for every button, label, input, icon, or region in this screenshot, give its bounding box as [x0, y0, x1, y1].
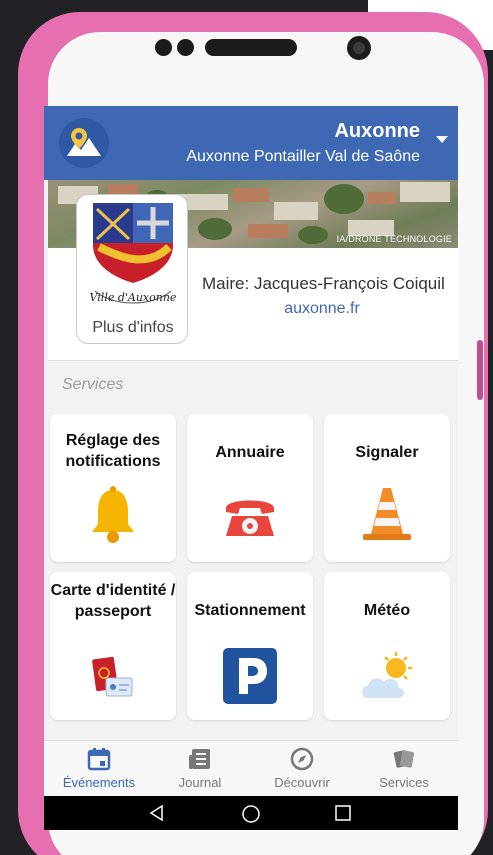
calendar-icon	[87, 748, 111, 771]
newspaper-icon	[189, 749, 210, 769]
telephone-icon	[226, 500, 274, 536]
tile-parking[interactable]: Stationnement	[187, 572, 313, 720]
home-icon[interactable]	[241, 804, 261, 824]
bottom-navigation: Événements Journal Découvrir Services	[44, 740, 458, 796]
section-title-services: Services	[62, 376, 124, 393]
tile-report[interactable]: Signaler	[324, 414, 450, 562]
town-crest-icon: Ville d'Auxonne	[90, 203, 177, 304]
banner-credit: IA/DRONE TECHNOLOGIE	[336, 234, 452, 244]
more-info-link[interactable]: Plus d'infos	[77, 319, 189, 337]
android-system-bar	[44, 796, 458, 830]
tile-label: Carte d'identité / passeport	[50, 582, 176, 620]
tile-label: Réglage des notifications	[65, 432, 161, 470]
mayor-name: Maire: Jacques-François Coiquil	[202, 274, 445, 293]
chevron-down-icon[interactable]	[436, 136, 448, 143]
tile-notification-settings[interactable]: Réglage des notifications	[50, 414, 176, 562]
sensor-dot	[177, 39, 194, 56]
town-subtitle[interactable]: Auxonne Pontailler Val de Saône	[186, 148, 420, 166]
nav-label: Services	[379, 775, 429, 790]
passport-id-card-icon	[92, 656, 133, 697]
parking-icon	[223, 648, 277, 704]
traffic-cone-icon	[363, 488, 411, 540]
tile-directory[interactable]: Annuaire	[187, 414, 313, 562]
crest-card[interactable]: Ville d'Auxonne Plus d'infos	[76, 194, 188, 344]
tile-weather[interactable]: Météo	[324, 572, 450, 720]
side-button	[477, 340, 483, 400]
website-link[interactable]: auxonne.fr	[202, 300, 442, 318]
compass-icon	[290, 747, 314, 771]
map-pin-landscape-icon[interactable]	[59, 118, 109, 168]
sun-cloud-icon	[362, 652, 412, 698]
nav-item-events[interactable]: Événements	[49, 747, 149, 790]
nav-item-journal[interactable]: Journal	[150, 747, 250, 790]
divider	[48, 360, 458, 361]
town-info-card: Ville d'Auxonne Plus d'infos Maire: Jacq…	[48, 194, 458, 360]
nav-label: Événements	[62, 775, 136, 790]
tile-label: Signaler	[355, 444, 419, 461]
cards-icon	[393, 750, 414, 768]
nav-item-discover[interactable]: Découvrir	[252, 747, 352, 790]
recent-apps-icon[interactable]	[334, 804, 352, 822]
front-camera	[347, 36, 371, 60]
earpiece-speaker	[205, 39, 297, 56]
tile-label: Stationnement	[194, 602, 306, 619]
app-screen: Auxonne Auxonne Pontailler Val de Saône …	[44, 106, 458, 830]
nav-label: Journal	[178, 775, 222, 790]
nav-label: Découvrir	[274, 775, 330, 790]
nav-item-services[interactable]: Services	[354, 747, 454, 790]
town-name[interactable]: Auxonne	[334, 120, 420, 143]
tile-id-passport[interactable]: Carte d'identité / passeport	[50, 572, 176, 720]
tile-label: Annuaire	[215, 444, 285, 461]
svg-text:Ville d'Auxonne: Ville d'Auxonne	[90, 291, 177, 304]
back-icon[interactable]	[148, 804, 166, 822]
app-header: Auxonne Auxonne Pontailler Val de Saône	[44, 106, 458, 180]
bell-icon	[92, 486, 134, 543]
tile-label: Météo	[363, 602, 411, 619]
sensor-dot	[155, 39, 172, 56]
